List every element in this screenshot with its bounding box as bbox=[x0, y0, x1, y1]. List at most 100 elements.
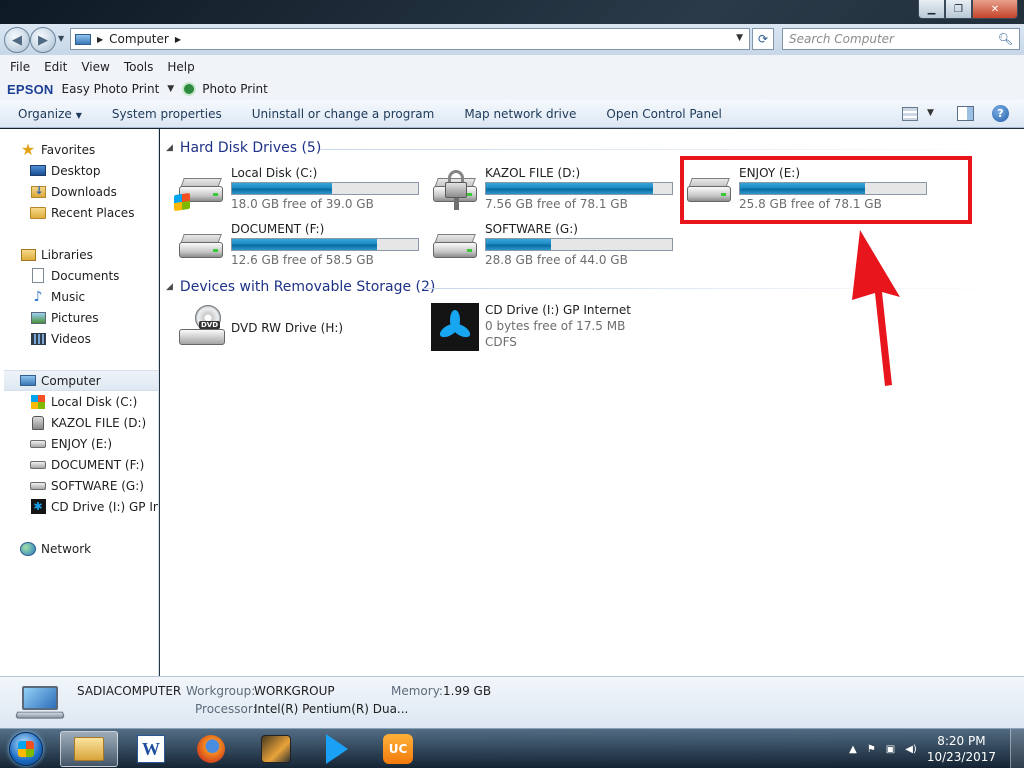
network-status-icon[interactable]: ▣ bbox=[886, 744, 895, 755]
drive-free-space: 18.0 GB free of 39.0 GB bbox=[231, 197, 374, 211]
change-view-icon[interactable] bbox=[902, 107, 918, 121]
nav-label: Pictures bbox=[51, 310, 99, 325]
menu-view[interactable]: View bbox=[81, 60, 109, 74]
refresh-button[interactable]: ⟳ bbox=[752, 28, 774, 50]
breadcrumb-chevron-icon[interactable]: ▶ bbox=[175, 35, 181, 44]
menu-file[interactable]: File bbox=[10, 60, 30, 74]
volume-icon[interactable]: ◀) bbox=[905, 744, 917, 755]
clock-date: 10/23/2017 bbox=[926, 750, 996, 764]
nav-drive-c[interactable]: Local Disk (C:) bbox=[30, 391, 137, 412]
memory-label: Memory: bbox=[391, 684, 443, 698]
nav-drive-d[interactable]: KAZOL FILE (D:) bbox=[30, 412, 146, 433]
open-control-panel-button[interactable]: Open Control Panel bbox=[606, 107, 721, 121]
forward-button[interactable]: ▶ bbox=[30, 27, 56, 53]
drive-name: Local Disk (C:) bbox=[231, 166, 318, 180]
nav-drive-f[interactable]: DOCUMENT (F:) bbox=[30, 454, 144, 475]
pictures-icon bbox=[30, 311, 46, 324]
nav-downloads[interactable]: Downloads bbox=[30, 181, 117, 202]
music-icon: ♪ bbox=[33, 288, 43, 305]
taskbar-media-player[interactable] bbox=[247, 731, 305, 767]
nav-pictures[interactable]: Pictures bbox=[30, 307, 99, 328]
help-icon[interactable]: ? bbox=[992, 105, 1009, 122]
hard-drive-icon bbox=[30, 481, 46, 490]
nav-label: Network bbox=[41, 541, 92, 556]
drive-tile-c[interactable]: Local Disk (C:) 18.0 GB free of 39.0 GB bbox=[174, 164, 427, 216]
close-button[interactable]: ✕ bbox=[972, 0, 1018, 19]
nav-recent-places[interactable]: Recent Places bbox=[30, 202, 134, 223]
nav-drive-i[interactable]: ✱ CD Drive (I:) GP Internet bbox=[30, 496, 158, 517]
usage-fill bbox=[232, 239, 378, 250]
show-desktop-button[interactable] bbox=[1010, 729, 1024, 768]
drive-filesystem: CDFS bbox=[485, 335, 517, 349]
nav-videos[interactable]: Videos bbox=[30, 328, 91, 349]
address-box[interactable]: ▶ Computer ▶ ▼ bbox=[70, 28, 750, 50]
menu-edit[interactable]: Edit bbox=[44, 60, 67, 74]
nav-desktop[interactable]: Desktop bbox=[30, 160, 101, 181]
group-header-hard-disks[interactable]: ◢ Hard Disk Drives (5) bbox=[166, 140, 321, 156]
nav-favorites[interactable]: ★ Favorites bbox=[20, 139, 95, 160]
annotation-arrow-icon bbox=[852, 230, 900, 386]
clock-time: 8:20 PM bbox=[937, 734, 986, 748]
hard-drive-icon bbox=[30, 439, 46, 448]
nav-computer[interactable]: Computer bbox=[4, 370, 158, 391]
hard-drive-icon bbox=[431, 228, 479, 268]
windows-logo-icon bbox=[18, 741, 34, 757]
preview-pane-icon[interactable] bbox=[957, 106, 974, 121]
group-header-removable[interactable]: ◢ Devices with Removable Storage (2) bbox=[166, 279, 435, 295]
taskbar-explorer[interactable] bbox=[60, 731, 118, 767]
menu-tools[interactable]: Tools bbox=[124, 60, 154, 74]
nav-drive-g[interactable]: SOFTWARE (G:) bbox=[30, 475, 144, 496]
nav-label: Local Disk (C:) bbox=[51, 394, 138, 409]
search-icon[interactable]: 🔍︎ bbox=[998, 32, 1013, 46]
photo-print-button[interactable]: Photo Print bbox=[202, 82, 268, 96]
nav-music[interactable]: ♪ Music bbox=[30, 286, 86, 307]
nav-documents[interactable]: Documents bbox=[30, 265, 119, 286]
group-divider bbox=[320, 149, 1010, 150]
system-properties-button[interactable]: System properties bbox=[112, 107, 222, 121]
search-input[interactable]: Search Computer 🔍︎ bbox=[782, 28, 1020, 50]
menu-help[interactable]: Help bbox=[167, 60, 194, 74]
star-icon: ★ bbox=[20, 140, 36, 159]
collapse-triangle-icon[interactable]: ◢ bbox=[166, 282, 173, 292]
clock[interactable]: 8:20 PM 10/23/2017 bbox=[927, 733, 996, 765]
menu-bar: File Edit View Tools Help bbox=[0, 55, 1024, 78]
drive-tile-g[interactable]: SOFTWARE (G:) 28.8 GB free of 44.0 GB bbox=[431, 220, 681, 272]
map-network-drive-button[interactable]: Map network drive bbox=[464, 107, 576, 121]
chevron-down-icon[interactable]: ▼ bbox=[167, 84, 174, 94]
nav-label: DOCUMENT (F:) bbox=[51, 457, 145, 472]
collapse-triangle-icon[interactable]: ◢ bbox=[166, 143, 173, 153]
show-hidden-icons-button[interactable]: ▲ bbox=[849, 744, 857, 755]
nav-network[interactable]: Network bbox=[20, 538, 91, 559]
view-options-dropdown[interactable]: ▼ bbox=[927, 108, 934, 118]
nav-drive-e[interactable]: ENJOY (E:) bbox=[30, 433, 112, 454]
group-title: Hard Disk Drives (5) bbox=[179, 140, 322, 156]
taskbar-player[interactable] bbox=[308, 731, 366, 767]
nav-libraries[interactable]: Libraries bbox=[20, 244, 93, 265]
nav-label: CD Drive (I:) GP Internet bbox=[51, 499, 158, 514]
firefox-icon bbox=[197, 735, 225, 763]
breadcrumb-computer[interactable]: Computer bbox=[109, 32, 169, 46]
drive-tile-i[interactable]: CD Drive (I:) GP Internet 0 bytes free o… bbox=[431, 303, 681, 359]
system-tray: ▲ ⚑ ▣ ◀) 8:20 PM 10/23/2017 bbox=[849, 729, 1024, 768]
drive-tile-f[interactable]: DOCUMENT (F:) 12.6 GB free of 58.5 GB bbox=[177, 220, 427, 272]
libraries-icon bbox=[20, 248, 36, 261]
address-dropdown-icon[interactable]: ▼ bbox=[736, 33, 743, 43]
action-center-icon[interactable]: ⚑ bbox=[867, 744, 876, 755]
easy-photo-print-button[interactable]: Easy Photo Print bbox=[62, 82, 160, 96]
drive-tile-d[interactable]: KAZOL FILE (D:) 7.56 GB free of 78.1 GB bbox=[431, 164, 681, 216]
gp-internet-icon: ✱ bbox=[30, 499, 46, 514]
dvd-badge: DVD bbox=[199, 321, 221, 329]
organize-button[interactable]: Organize ▼ bbox=[18, 107, 82, 121]
taskbar-word[interactable]: W bbox=[122, 731, 180, 767]
minimize-button[interactable]: ▁ bbox=[918, 0, 945, 19]
back-button[interactable]: ◀ bbox=[4, 27, 30, 53]
taskbar-uc-browser[interactable]: UC bbox=[369, 731, 427, 767]
breadcrumb-chevron-icon[interactable]: ▶ bbox=[97, 35, 103, 44]
recent-pages-dropdown[interactable]: ▼ bbox=[58, 34, 64, 43]
uninstall-program-button[interactable]: Uninstall or change a program bbox=[252, 107, 435, 121]
taskbar-firefox[interactable] bbox=[182, 731, 240, 767]
nav-label: Videos bbox=[51, 331, 91, 346]
maximize-button[interactable]: ❐ bbox=[945, 0, 972, 19]
start-button[interactable] bbox=[2, 730, 50, 768]
drive-tile-h[interactable]: DVD DVD RW Drive (H:) bbox=[177, 299, 427, 351]
